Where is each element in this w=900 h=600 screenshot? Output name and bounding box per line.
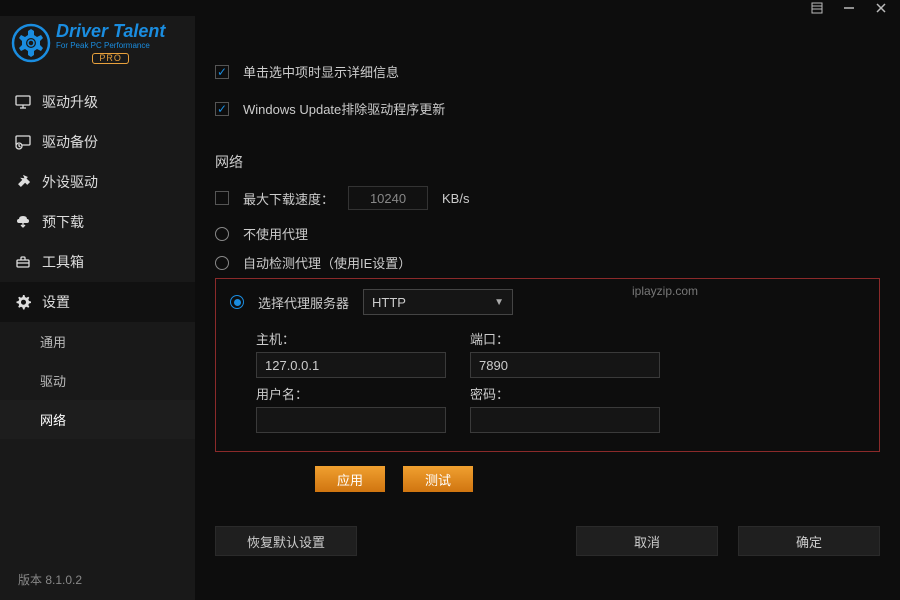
logo-gear-icon (10, 22, 52, 64)
logo-pro-badge: PRO (92, 53, 129, 64)
usb-icon (14, 173, 32, 191)
section-network-title: 网络 (215, 152, 880, 172)
port-label: 端口： (470, 329, 660, 348)
user-label: 用户名： (256, 384, 446, 403)
sidebar-item-settings[interactable]: 设置 (0, 282, 195, 322)
sidebar-item-label: 工具箱 (42, 252, 84, 272)
radio-label: 不使用代理 (243, 224, 308, 243)
gear-icon (14, 293, 32, 311)
subnav-general[interactable]: 通用 (0, 322, 195, 361)
checkbox-label: 单击选中项时显示详细信息 (243, 62, 399, 81)
proxy-type-select[interactable]: HTTP ▼ (363, 289, 513, 315)
proxy-type-value: HTTP (372, 295, 406, 310)
toolbox-icon (14, 253, 32, 271)
clock-icon (14, 133, 32, 151)
checkbox-label: Windows Update排除驱动程序更新 (243, 99, 445, 118)
version-label: 版本 8.1.0.2 (0, 559, 195, 600)
sidebar: Driver Talent For Peak PC Performance PR… (0, 16, 195, 600)
sidebar-item-label: 设置 (42, 292, 70, 312)
chevron-down-icon: ▼ (494, 297, 504, 308)
sidebar-item-peripheral[interactable]: 外设驱动 (0, 162, 195, 202)
radio-label: 选择代理服务器 (258, 293, 349, 312)
minimize-icon[interactable] (842, 1, 856, 15)
sidebar-item-backup[interactable]: 驱动备份 (0, 122, 195, 162)
max-speed-unit: KB/s (442, 191, 469, 206)
test-button[interactable]: 测试 (403, 466, 473, 492)
radio-auto-proxy[interactable] (215, 256, 229, 270)
restore-defaults-button[interactable]: 恢复默认设置 (215, 526, 357, 556)
subnav-driver[interactable]: 驱动 (0, 361, 195, 400)
max-speed-label: 最大下载速度： (243, 189, 334, 208)
titlebar (0, 0, 900, 16)
max-speed-input[interactable] (348, 186, 428, 210)
password-input[interactable] (470, 407, 660, 433)
logo-brand: Driver Talent (56, 22, 165, 40)
cancel-button[interactable]: 取消 (576, 526, 718, 556)
pass-label: 密码： (470, 384, 660, 403)
menu-icon[interactable] (810, 1, 824, 15)
port-input[interactable] (470, 352, 660, 378)
radio-no-proxy[interactable] (215, 227, 229, 241)
subnav-network[interactable]: 网络 (0, 400, 195, 439)
main-panel: 单击选中项时显示详细信息 Windows Update排除驱动程序更新 网络 最… (195, 16, 900, 600)
sidebar-item-upgrade[interactable]: 驱动升级 (0, 82, 195, 122)
logo-subtitle: For Peak PC Performance (56, 42, 165, 50)
proxy-settings-box: 选择代理服务器 HTTP ▼ 主机： 用户名： (215, 278, 880, 452)
close-icon[interactable] (874, 1, 888, 15)
apply-button[interactable]: 应用 (315, 466, 385, 492)
monitor-icon (14, 93, 32, 111)
username-input[interactable] (256, 407, 446, 433)
sidebar-item-label: 驱动备份 (42, 132, 98, 152)
ok-button[interactable]: 确定 (738, 526, 880, 556)
radio-label: 自动检测代理（使用IE设置） (243, 253, 411, 272)
sidebar-item-label: 预下载 (42, 212, 84, 232)
radio-select-proxy[interactable] (230, 295, 244, 309)
sidebar-item-predownload[interactable]: 预下载 (0, 202, 195, 242)
checkbox-exclude-wu[interactable] (215, 102, 229, 116)
sidebar-item-label: 外设驱动 (42, 172, 98, 192)
host-input[interactable] (256, 352, 446, 378)
sidebar-item-label: 驱动升级 (42, 92, 98, 112)
cloud-download-icon (14, 213, 32, 231)
checkbox-max-speed[interactable] (215, 191, 229, 205)
logo: Driver Talent For Peak PC Performance PR… (0, 16, 195, 82)
sidebar-item-toolbox[interactable]: 工具箱 (0, 242, 195, 282)
checkbox-show-details[interactable] (215, 65, 229, 79)
host-label: 主机： (256, 329, 446, 348)
